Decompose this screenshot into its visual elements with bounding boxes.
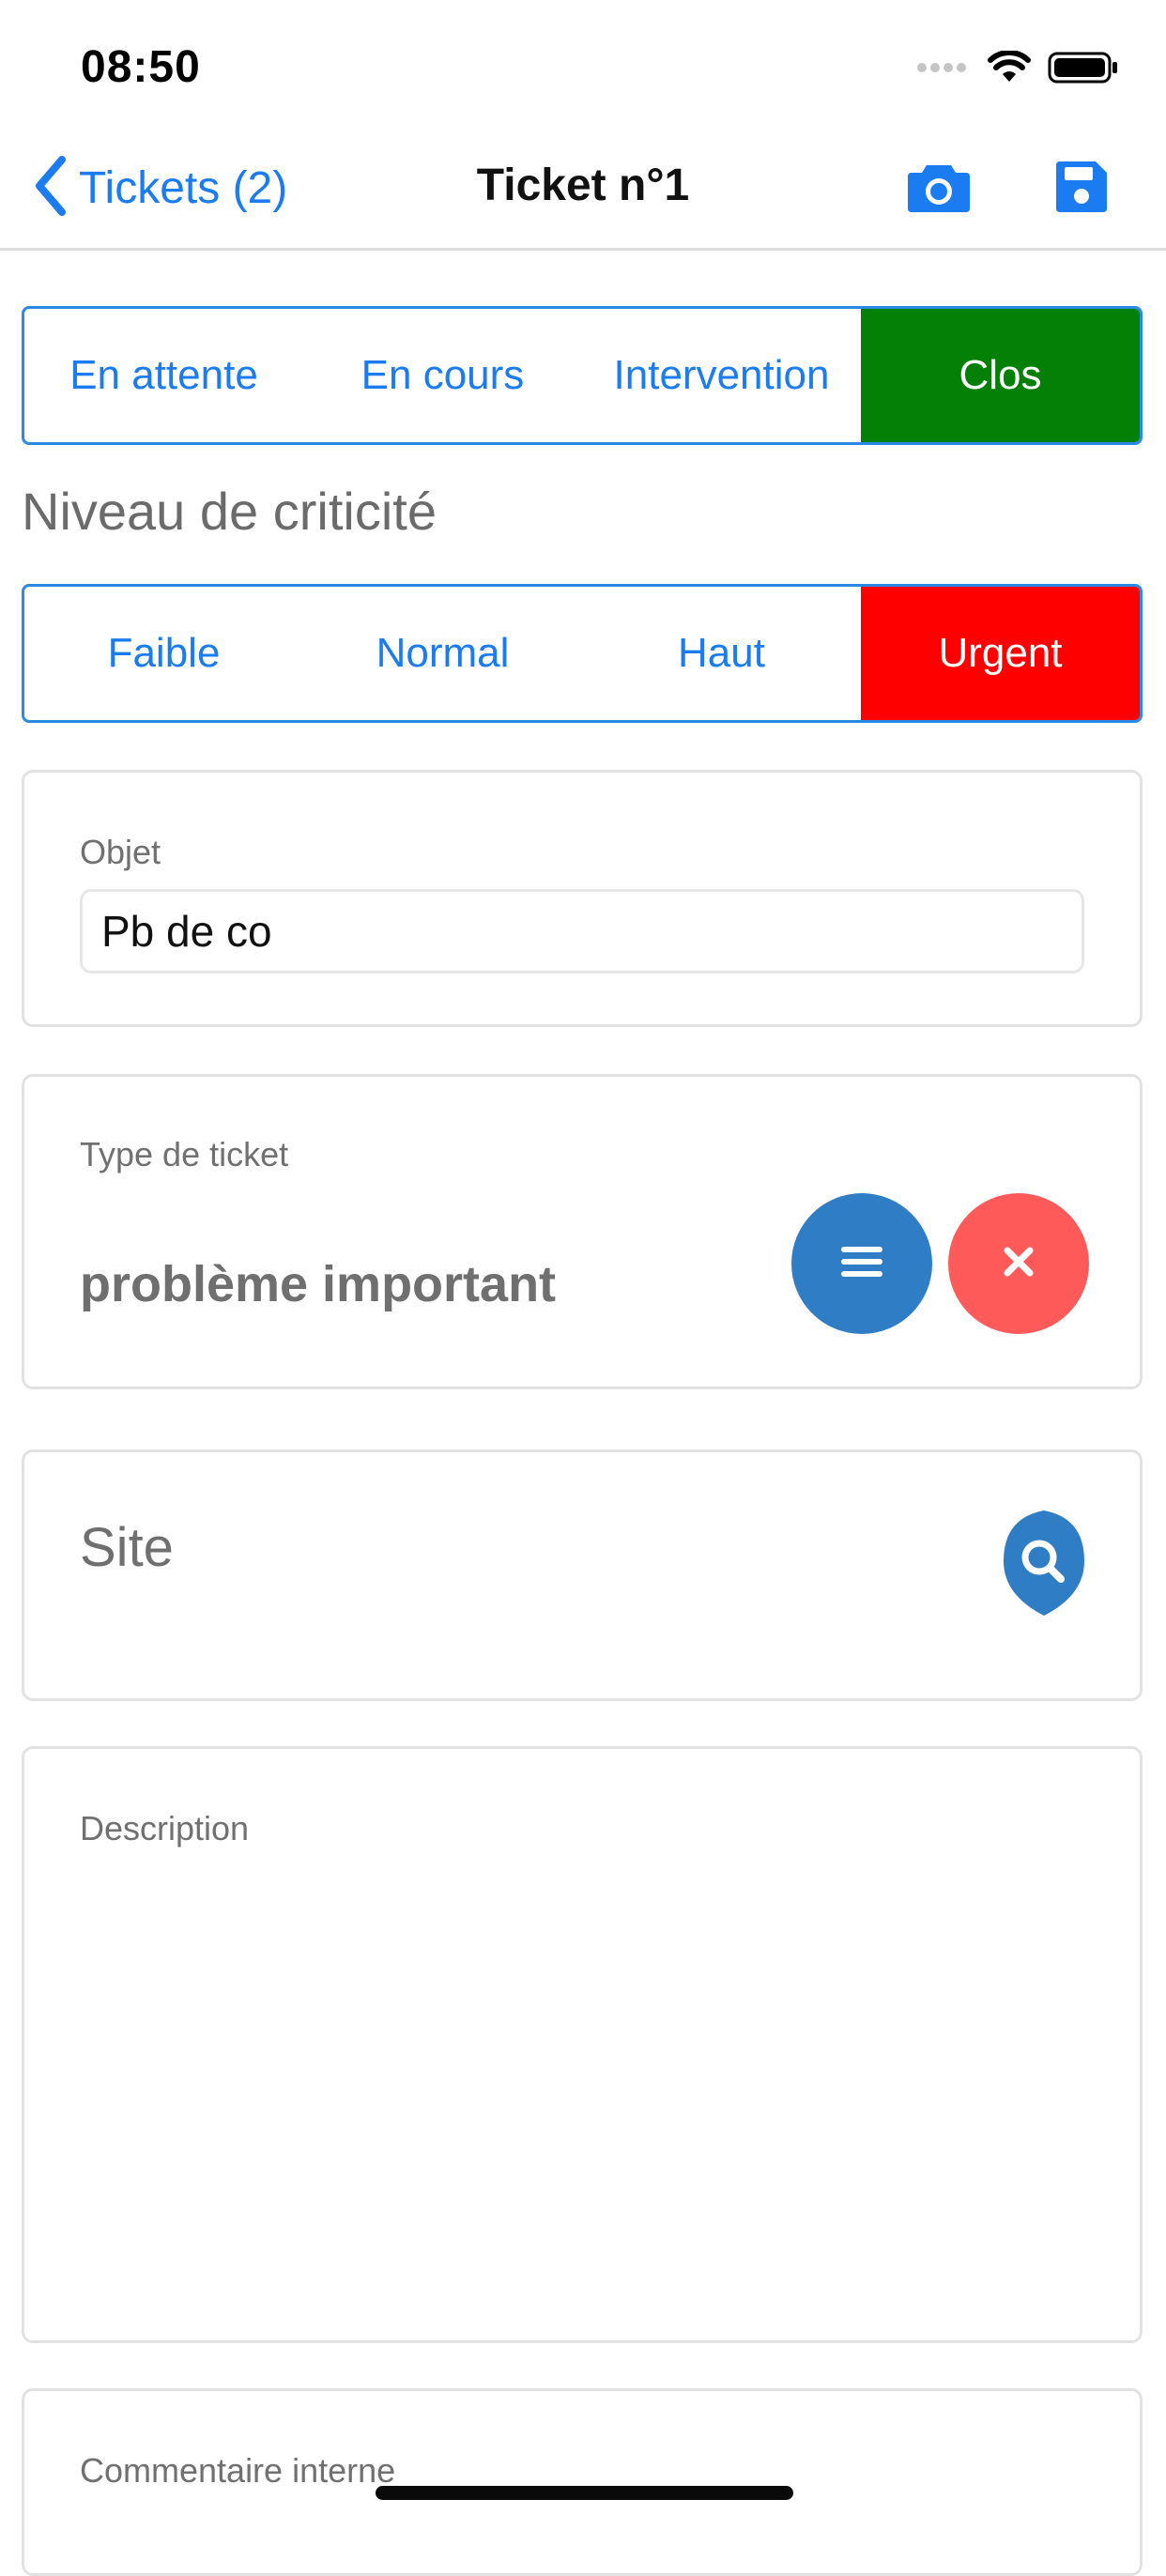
- object-card: Objet: [22, 770, 1143, 1027]
- search-icon: [1002, 1509, 1086, 1622]
- ticket-type-card: Type de ticket problème important: [22, 1074, 1143, 1389]
- ticket-type-label: Type de ticket: [80, 1135, 289, 1173]
- ticket-type-list-button[interactable]: [791, 1193, 932, 1334]
- site-label: Site: [80, 1517, 174, 1578]
- internal-comment-card[interactable]: Commentaire interne: [22, 2388, 1143, 2576]
- ticket-type-clear-button[interactable]: [948, 1193, 1089, 1334]
- page-title: Ticket n°1: [476, 161, 690, 210]
- save-icon: [1052, 158, 1111, 221]
- site-card: Site: [22, 1449, 1143, 1701]
- wifi-icon: [988, 49, 1031, 89]
- status-option-clos[interactable]: Clos: [861, 309, 1140, 442]
- criticality-option-urgent[interactable]: Urgent: [861, 587, 1140, 720]
- camera-icon: [906, 160, 972, 219]
- internal-comment-label: Commentaire interne: [80, 2451, 396, 2490]
- description-card[interactable]: Description: [22, 1746, 1143, 2343]
- object-label: Objet: [80, 833, 161, 871]
- list-icon: [841, 1245, 882, 1283]
- criticality-option-normal[interactable]: Normal: [303, 587, 582, 720]
- ticket-type-value: problème important: [80, 1256, 557, 1312]
- status-segmented-control: En attente En cours Intervention Clos: [22, 306, 1143, 445]
- signal-dots-icon: [916, 61, 971, 79]
- site-search-button[interactable]: [1002, 1509, 1086, 1618]
- criticality-title: Niveau de criticité: [22, 482, 437, 541]
- status-option-en-attente[interactable]: En attente: [24, 309, 303, 442]
- camera-button[interactable]: [904, 154, 974, 223]
- description-label: Description: [80, 1809, 250, 1848]
- save-button[interactable]: [1047, 154, 1116, 223]
- status-option-intervention[interactable]: Intervention: [582, 309, 861, 442]
- criticality-option-haut[interactable]: Haut: [582, 587, 861, 720]
- status-time: 08:50: [81, 42, 201, 92]
- close-icon: [1002, 1245, 1036, 1283]
- criticality-segmented-control: Faible Normal Haut Urgent: [22, 584, 1143, 723]
- home-indicator: [376, 2486, 793, 2500]
- status-option-en-cours[interactable]: En cours: [303, 309, 582, 442]
- status-bar: 08:50: [0, 0, 1166, 131]
- status-icons: [916, 49, 1119, 90]
- battery-icon: [1048, 51, 1119, 89]
- navigation-bar: Tickets (2) Ticket n°1: [0, 131, 1166, 251]
- criticality-option-faible[interactable]: Faible: [24, 587, 303, 720]
- object-input[interactable]: [80, 889, 1084, 974]
